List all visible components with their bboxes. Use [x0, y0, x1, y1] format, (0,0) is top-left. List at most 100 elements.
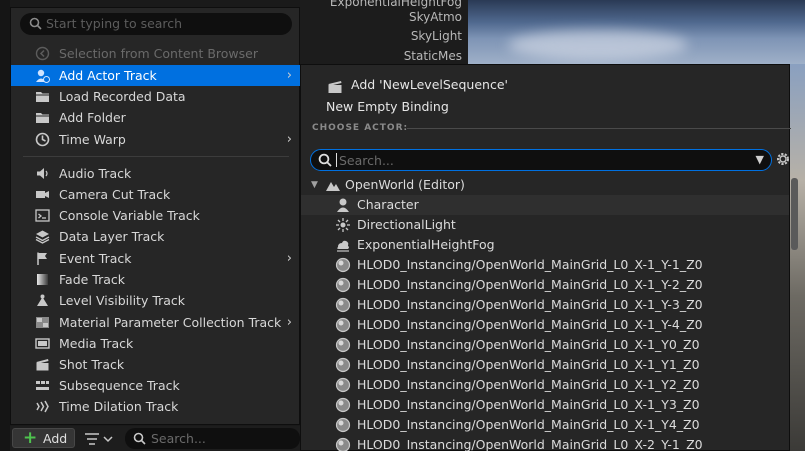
layers-icon [35, 230, 50, 244]
tree-row-actor[interactable]: HLOD0_Instancing/OpenWorld_MainGrid_L0_X… [301, 335, 789, 355]
track-search-input[interactable]: Search... [125, 428, 300, 449]
actor-search-placeholder: Search... [339, 153, 394, 168]
character-icon [337, 198, 349, 212]
chevron-right-icon: › [286, 251, 292, 266]
actor-search-input[interactable]: Search... ▼ [310, 149, 772, 171]
tree-row-actor[interactable]: HLOD0_Instancing/OpenWorld_MainGrid_L0_X… [301, 315, 789, 335]
menu-item-load-recorded-data[interactable]: Load Recorded Data [11, 86, 301, 107]
tree-row-actor[interactable]: HLOD0_Instancing/OpenWorld_MainGrid_L0_X… [301, 375, 789, 395]
menu-item-add-folder[interactable]: Add Folder [11, 107, 301, 128]
world-icon [326, 182, 340, 191]
tree-row-label: HLOD0_Instancing/OpenWorld_MainGrid_L0_X… [357, 317, 703, 332]
search-icon [133, 432, 146, 445]
menu-item-add-actor-track[interactable]: Add Actor Track › [11, 65, 301, 86]
tree-row-label: HLOD0_Instancing/OpenWorld_MainGrid_L0_X… [357, 437, 703, 451]
tree-row-actor[interactable]: ExponentialHeightFog [301, 235, 789, 255]
tree-row-actor[interactable]: HLOD0_Instancing/OpenWorld_MainGrid_L0_X… [301, 435, 789, 451]
gear-icon[interactable] [775, 151, 791, 167]
tree-row-label: HLOD0_Instancing/OpenWorld_MainGrid_L0_X… [357, 397, 700, 412]
chevron-right-icon: › [286, 315, 292, 330]
outliner-row[interactable]: SkyAtmo [409, 7, 462, 27]
add-button[interactable]: + Add [12, 428, 75, 448]
viewport-edge [790, 64, 805, 451]
actor-tree: ▼ OpenWorld (Editor) Character Direction… [301, 175, 789, 451]
menu-item-label: Material Parameter Collection Track [59, 315, 282, 330]
menu-item-label: Time Dilation Track [59, 399, 179, 414]
subsequence-icon [36, 381, 49, 390]
flag-icon [37, 252, 47, 265]
tree-row-actor[interactable]: HLOD0_Instancing/OpenWorld_MainGrid_L0_X… [301, 275, 789, 295]
menu-item-console-variable-track[interactable]: Console Variable Track [11, 205, 301, 226]
actor-picker-submenu: Add 'NewLevelSequence' New Empty Binding… [300, 64, 798, 451]
menu-item-label: Add Folder [59, 110, 126, 125]
menu-item-label: Time Warp [59, 132, 126, 147]
level-visibility-icon [37, 294, 48, 306]
new-empty-binding-item[interactable]: New Empty Binding [326, 99, 449, 114]
scrollbar-thumb[interactable] [791, 178, 798, 250]
menu-item-audio-track[interactable]: Audio Track [11, 163, 301, 184]
clapperboard-icon [36, 359, 49, 371]
track-search-placeholder: Search... [151, 431, 206, 446]
tree-row-actor[interactable]: HLOD0_Instancing/OpenWorld_MainGrid_L0_X… [301, 355, 789, 375]
hlod-icon [335, 397, 351, 413]
tree-row-label: HLOD0_Instancing/OpenWorld_MainGrid_L0_X… [357, 297, 703, 312]
tree-row-label: HLOD0_Instancing/OpenWorld_MainGrid_L0_X… [357, 417, 700, 432]
hlod-icon [335, 257, 351, 273]
tree-row-actor[interactable]: HLOD0_Instancing/OpenWorld_MainGrid_L0_X… [301, 415, 789, 435]
menu-item-event-track[interactable]: Event Track › [11, 248, 301, 269]
menu-item-label: Data Layer Track [59, 229, 165, 244]
tree-row-actor[interactable]: HLOD0_Instancing/OpenWorld_MainGrid_L0_X… [301, 395, 789, 415]
menu-item-media-track[interactable]: Media Track [11, 333, 301, 354]
menu-item-label: Subsequence Track [59, 378, 180, 393]
tree-row-label: HLOD0_Instancing/OpenWorld_MainGrid_L0_X… [357, 277, 703, 292]
tree-row-label: HLOD0_Instancing/OpenWorld_MainGrid_L0_X… [357, 357, 700, 372]
time-warp-icon [35, 132, 50, 147]
menu-item-camera-cut-track[interactable]: Camera Cut Track [11, 184, 301, 205]
outliner-row[interactable]: SkyLight [411, 26, 462, 46]
fade-icon [37, 274, 48, 285]
hlod-icon [335, 317, 351, 333]
tree-row-actor[interactable]: HLOD0_Instancing/OpenWorld_MainGrid_L0_X… [301, 295, 789, 315]
hlod-icon [335, 277, 351, 293]
tree-row-label: Character [357, 197, 419, 212]
chevron-down-icon[interactable]: ▼ [756, 153, 764, 166]
menu-search-placeholder: Start typing to search [46, 16, 183, 31]
section-divider [407, 128, 791, 129]
tree-row-actor[interactable]: HLOD0_Instancing/OpenWorld_MainGrid_L0_X… [301, 255, 789, 275]
menu-item-time-dilation-track[interactable]: Time Dilation Track [11, 396, 301, 417]
menu-item-selection-from-content-browser[interactable]: Selection from Content Browser [11, 43, 301, 64]
menu-item-fade-track[interactable]: Fade Track [11, 269, 301, 290]
fog-icon [337, 240, 349, 252]
tree-row-world[interactable]: ▼ OpenWorld (Editor) [301, 175, 789, 195]
tree-row-actor[interactable]: Character [301, 195, 789, 215]
camera-cut-icon [36, 191, 49, 198]
hlod-icon [335, 297, 351, 313]
hlod-icon [335, 357, 351, 373]
clapperboard-icon [328, 81, 342, 93]
menu-item-subsequence-track[interactable]: Subsequence Track [11, 375, 301, 396]
menu-item-label: Console Variable Track [59, 208, 200, 223]
tree-row-actor[interactable]: DirectionalLight [301, 215, 789, 235]
add-level-sequence-label: Add 'NewLevelSequence' [351, 77, 508, 92]
menu-item-shot-track[interactable]: Shot Track [11, 354, 301, 375]
menu-item-material-parameter-collection-track[interactable]: Material Parameter Collection Track › [11, 312, 301, 333]
hlod-icon [335, 437, 351, 451]
tree-row-label: DirectionalLight [357, 217, 456, 232]
menu-item-label: Level Visibility Track [59, 293, 186, 308]
search-icon [29, 17, 42, 30]
menu-item-data-layer-track[interactable]: Data Layer Track [11, 226, 301, 247]
add-button-label: Add [43, 431, 68, 446]
filter-dropdown-button[interactable] [83, 430, 119, 448]
menu-item-time-warp[interactable]: Time Warp › [11, 129, 301, 150]
menu-item-level-visibility-track[interactable]: Level Visibility Track [11, 290, 301, 311]
menu-item-label: Selection from Content Browser [59, 46, 258, 61]
menu-search-input[interactable]: Start typing to search [20, 13, 292, 35]
tree-row-label: HLOD0_Instancing/OpenWorld_MainGrid_L0_X… [357, 337, 700, 352]
menu-item-label: Shot Track [59, 357, 125, 372]
tree-row-label: HLOD0_Instancing/OpenWorld_MainGrid_L0_X… [357, 377, 700, 392]
content-browser-icon [35, 46, 50, 61]
outliner-row[interactable]: StaticMes [404, 46, 462, 66]
expand-arrow-icon[interactable]: ▼ [311, 175, 318, 195]
sequencer-add-menu-screen: ExponentialHeightFog SkyAtmo SkyLight St… [0, 0, 805, 451]
text-caret [336, 153, 337, 167]
